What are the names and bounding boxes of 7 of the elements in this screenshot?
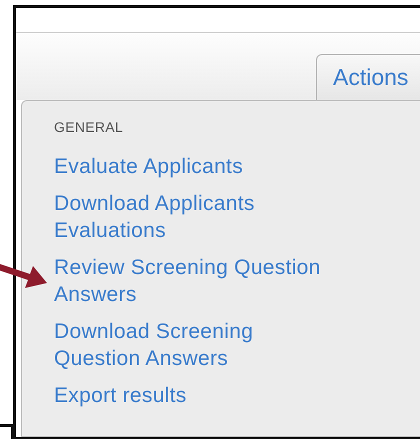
menu-link[interactable]: Download Screening Question Answers <box>54 318 254 372</box>
menu-link[interactable]: Export results <box>54 382 187 409</box>
menu-heading: GENERAL <box>54 119 124 135</box>
actions-button[interactable]: Actions <box>316 54 420 100</box>
menu-link[interactable]: Download Applicants Evaluations <box>54 190 255 244</box>
menu-link[interactable]: Review Screening Question Answers <box>54 254 321 308</box>
menu-link[interactable]: Evaluate Applicants <box>54 153 243 180</box>
